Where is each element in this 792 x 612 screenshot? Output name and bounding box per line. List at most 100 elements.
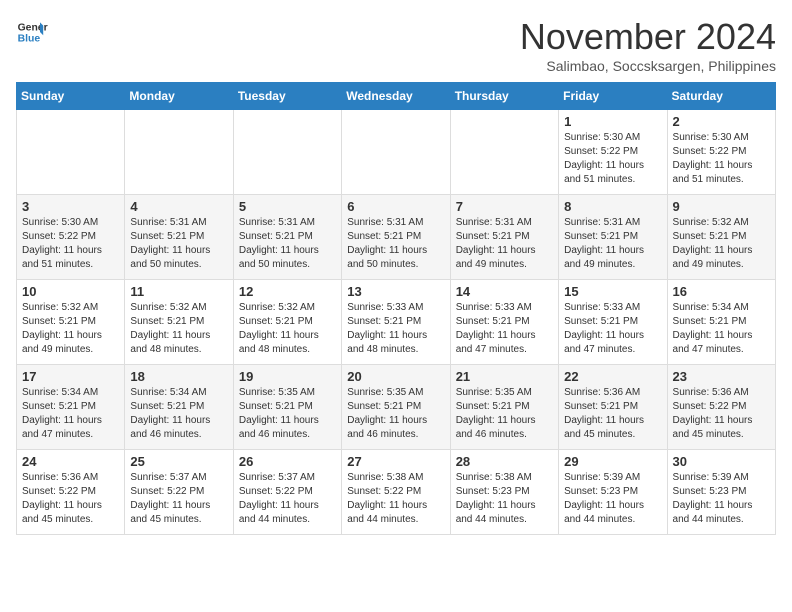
day-info: Sunrise: 5:33 AM Sunset: 5:21 PM Dayligh… (347, 301, 444, 357)
day-info: Sunrise: 5:32 AM Sunset: 5:21 PM Dayligh… (22, 301, 119, 357)
day-info: Sunrise: 5:31 AM Sunset: 5:21 PM Dayligh… (564, 216, 661, 272)
day-number: 25 (130, 454, 227, 469)
calendar-cell (125, 110, 233, 195)
calendar-cell: 9 Sunrise: 5:32 AM Sunset: 5:21 PM Daylig… (667, 195, 775, 280)
day-info: Sunrise: 5:35 AM Sunset: 5:21 PM Dayligh… (347, 386, 444, 442)
day-info: Sunrise: 5:32 AM Sunset: 5:21 PM Dayligh… (130, 301, 227, 357)
calendar-cell: 27 Sunrise: 5:38 AM Sunset: 5:22 PM Dayli… (342, 450, 450, 535)
weekday-header-tuesday: Tuesday (233, 83, 341, 110)
weekday-header-wednesday: Wednesday (342, 83, 450, 110)
day-number: 15 (564, 284, 661, 299)
calendar-cell (17, 110, 125, 195)
day-info: Sunrise: 5:32 AM Sunset: 5:21 PM Dayligh… (673, 216, 770, 272)
day-info: Sunrise: 5:39 AM Sunset: 5:23 PM Dayligh… (673, 471, 770, 527)
calendar-cell: 23 Sunrise: 5:36 AM Sunset: 5:22 PM Dayli… (667, 365, 775, 450)
day-number: 28 (456, 454, 553, 469)
calendar-cell: 11 Sunrise: 5:32 AM Sunset: 5:21 PM Dayli… (125, 280, 233, 365)
day-info: Sunrise: 5:33 AM Sunset: 5:21 PM Dayligh… (456, 301, 553, 357)
day-number: 16 (673, 284, 770, 299)
calendar-cell: 29Sunrise: 5:39 AM Sunset: 5:23 PM Dayli… (559, 450, 667, 535)
day-info: Sunrise: 5:38 AM Sunset: 5:22 PM Dayligh… (347, 471, 444, 527)
day-info: Sunrise: 5:36 AM Sunset: 5:22 PM Dayligh… (22, 471, 119, 527)
calendar-week-1: 1 Sunrise: 5:30 AM Sunset: 5:22 PM Daylig… (17, 110, 776, 195)
day-number: 3 (22, 199, 119, 214)
day-number: 2 (673, 114, 770, 129)
day-number: 1 (564, 114, 661, 129)
calendar-cell: 2 Sunrise: 5:30 AM Sunset: 5:22 PM Daylig… (667, 110, 775, 195)
weekday-header-friday: Friday (559, 83, 667, 110)
day-number: 11 (130, 284, 227, 299)
day-info: Sunrise: 5:31 AM Sunset: 5:21 PM Dayligh… (347, 216, 444, 272)
calendar-cell: 25 Sunrise: 5:37 AM Sunset: 5:22 PM Dayli… (125, 450, 233, 535)
day-info: Sunrise: 5:31 AM Sunset: 5:21 PM Dayligh… (456, 216, 553, 272)
day-info: Sunrise: 5:33 AM Sunset: 5:21 PM Dayligh… (564, 301, 661, 357)
day-number: 10 (22, 284, 119, 299)
day-info: Sunrise: 5:37 AM Sunset: 5:22 PM Dayligh… (239, 471, 336, 527)
day-number: 30 (673, 454, 770, 469)
weekday-header-monday: Monday (125, 83, 233, 110)
title-block: November 2024 Salimbao, Soccsksargen, Ph… (520, 16, 776, 74)
calendar-cell: 21 Sunrise: 5:35 AM Sunset: 5:21 PM Dayli… (450, 365, 558, 450)
calendar-cell: 7 Sunrise: 5:31 AM Sunset: 5:21 PM Daylig… (450, 195, 558, 280)
calendar-cell: 26 Sunrise: 5:37 AM Sunset: 5:22 PM Dayli… (233, 450, 341, 535)
day-info: Sunrise: 5:36 AM Sunset: 5:22 PM Dayligh… (673, 386, 770, 442)
svg-text:Blue: Blue (18, 34, 41, 45)
calendar-cell: 10 Sunrise: 5:32 AM Sunset: 5:21 PM Dayli… (17, 280, 125, 365)
calendar-week-3: 10 Sunrise: 5:32 AM Sunset: 5:21 PM Dayli… (17, 280, 776, 365)
page-header: General Blue November 2024 Salimbao, Soc… (16, 16, 776, 74)
day-number: 5 (239, 199, 336, 214)
day-info: Sunrise: 5:34 AM Sunset: 5:21 PM Dayligh… (130, 386, 227, 442)
calendar-week-5: 24Sunrise: 5:36 AM Sunset: 5:22 PM Dayli… (17, 450, 776, 535)
day-info: Sunrise: 5:35 AM Sunset: 5:21 PM Dayligh… (456, 386, 553, 442)
day-number: 26 (239, 454, 336, 469)
calendar-cell: 14 Sunrise: 5:33 AM Sunset: 5:21 PM Dayli… (450, 280, 558, 365)
calendar-week-2: 3Sunrise: 5:30 AM Sunset: 5:22 PM Daylig… (17, 195, 776, 280)
day-number: 20 (347, 369, 444, 384)
calendar-cell: 24Sunrise: 5:36 AM Sunset: 5:22 PM Dayli… (17, 450, 125, 535)
day-info: Sunrise: 5:37 AM Sunset: 5:22 PM Dayligh… (130, 471, 227, 527)
calendar-cell: 30 Sunrise: 5:39 AM Sunset: 5:23 PM Dayli… (667, 450, 775, 535)
calendar-cell: 19 Sunrise: 5:35 AM Sunset: 5:21 PM Dayli… (233, 365, 341, 450)
day-number: 29 (564, 454, 661, 469)
day-number: 8 (564, 199, 661, 214)
day-number: 12 (239, 284, 336, 299)
day-info: Sunrise: 5:34 AM Sunset: 5:21 PM Dayligh… (22, 386, 119, 442)
day-info: Sunrise: 5:35 AM Sunset: 5:21 PM Dayligh… (239, 386, 336, 442)
day-number: 4 (130, 199, 227, 214)
weekday-header-saturday: Saturday (667, 83, 775, 110)
logo-icon: General Blue (16, 16, 48, 48)
month-title: November 2024 (520, 16, 776, 58)
calendar-header: SundayMondayTuesdayWednesdayThursdayFrid… (17, 83, 776, 110)
calendar-cell: 1 Sunrise: 5:30 AM Sunset: 5:22 PM Daylig… (559, 110, 667, 195)
day-info: Sunrise: 5:31 AM Sunset: 5:21 PM Dayligh… (130, 216, 227, 272)
day-number: 14 (456, 284, 553, 299)
day-number: 19 (239, 369, 336, 384)
calendar-cell: 4 Sunrise: 5:31 AM Sunset: 5:21 PM Daylig… (125, 195, 233, 280)
day-number: 18 (130, 369, 227, 384)
calendar-cell: 6Sunrise: 5:31 AM Sunset: 5:21 PM Daylig… (342, 195, 450, 280)
calendar-cell: 13 Sunrise: 5:33 AM Sunset: 5:21 PM Dayli… (342, 280, 450, 365)
day-number: 21 (456, 369, 553, 384)
day-info: Sunrise: 5:30 AM Sunset: 5:22 PM Dayligh… (564, 131, 661, 187)
calendar-cell: 20 Sunrise: 5:35 AM Sunset: 5:21 PM Dayli… (342, 365, 450, 450)
calendar-week-4: 17Sunrise: 5:34 AM Sunset: 5:21 PM Dayli… (17, 365, 776, 450)
weekday-header-sunday: Sunday (17, 83, 125, 110)
day-number: 23 (673, 369, 770, 384)
day-info: Sunrise: 5:36 AM Sunset: 5:21 PM Dayligh… (564, 386, 661, 442)
day-info: Sunrise: 5:38 AM Sunset: 5:23 PM Dayligh… (456, 471, 553, 527)
day-info: Sunrise: 5:34 AM Sunset: 5:21 PM Dayligh… (673, 301, 770, 357)
calendar-cell (233, 110, 341, 195)
calendar-cell: 18 Sunrise: 5:34 AM Sunset: 5:21 PM Dayli… (125, 365, 233, 450)
calendar-cell: 16 Sunrise: 5:34 AM Sunset: 5:21 PM Dayli… (667, 280, 775, 365)
day-number: 27 (347, 454, 444, 469)
day-info: Sunrise: 5:30 AM Sunset: 5:22 PM Dayligh… (673, 131, 770, 187)
day-info: Sunrise: 5:32 AM Sunset: 5:21 PM Dayligh… (239, 301, 336, 357)
day-number: 9 (673, 199, 770, 214)
day-number: 22 (564, 369, 661, 384)
day-number: 7 (456, 199, 553, 214)
calendar-cell: 28 Sunrise: 5:38 AM Sunset: 5:23 PM Dayli… (450, 450, 558, 535)
day-number: 13 (347, 284, 444, 299)
calendar-body: 1 Sunrise: 5:30 AM Sunset: 5:22 PM Daylig… (17, 110, 776, 535)
calendar-cell: 12 Sunrise: 5:32 AM Sunset: 5:21 PM Dayli… (233, 280, 341, 365)
calendar-cell (342, 110, 450, 195)
